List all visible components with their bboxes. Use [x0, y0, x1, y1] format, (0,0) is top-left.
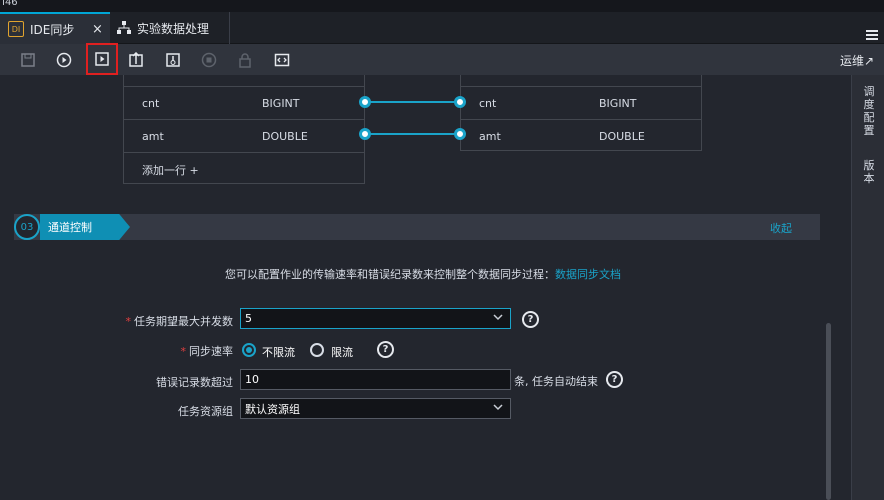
- di-badge-icon: DI: [8, 21, 24, 37]
- source-connector[interactable]: [359, 96, 371, 108]
- source-field-table: cnt BIGINT amt DOUBLE 添加一行 +: [123, 75, 365, 184]
- test-icon[interactable]: [163, 50, 183, 70]
- description-text: 您可以配置作业的传输速率和错误纪录数来控制整个数据同步过程：: [225, 268, 555, 281]
- ops-link[interactable]: 运维↗: [840, 52, 874, 69]
- required-mark: *: [125, 315, 132, 328]
- table-row: amt DOUBLE: [461, 120, 701, 153]
- field-name: cnt: [142, 96, 160, 110]
- submit-icon[interactable]: [126, 50, 146, 70]
- label-text: 任务资源组: [178, 405, 233, 418]
- run-with-params-icon[interactable]: [86, 43, 118, 75]
- error-limit-suffix: 条, 任务自动结束: [514, 375, 598, 388]
- mapping-line: [366, 101, 460, 103]
- right-panel: 调度配置 版本: [851, 75, 884, 500]
- version-tab[interactable]: 版本: [862, 159, 876, 185]
- label-text: 同步速率: [189, 345, 233, 358]
- schedule-config-tab[interactable]: 调度配置: [862, 85, 876, 137]
- chevron-down-icon: [493, 404, 503, 411]
- tab-bar: DI IDE同步 × 实验数据处理: [0, 12, 884, 44]
- channel-control-header: 通道控制 03 收起: [14, 214, 820, 240]
- field-type: DOUBLE: [599, 130, 645, 143]
- rate-label: * 同步速率: [0, 343, 234, 359]
- vertical-scrollbar[interactable]: [826, 323, 831, 500]
- help-icon[interactable]: ?: [377, 341, 394, 358]
- field-type: BIGINT: [262, 96, 300, 110]
- error-limit-input[interactable]: 10: [240, 369, 511, 390]
- select-value: 5: [245, 312, 252, 325]
- run-icon[interactable]: [54, 50, 74, 70]
- add-row-label: 添加一行 +: [142, 163, 199, 177]
- tab-ide-sync[interactable]: DI IDE同步 ×: [0, 12, 110, 44]
- save-icon[interactable]: [18, 50, 38, 70]
- chevron-down-icon: [493, 314, 503, 321]
- add-row-button[interactable]: 添加一行 +: [124, 153, 364, 186]
- target-connector[interactable]: [454, 96, 466, 108]
- section-description: 您可以配置作业的传输速率和错误纪录数来控制整个数据同步过程：数据同步文档: [225, 266, 621, 282]
- target-connector[interactable]: [454, 128, 466, 140]
- resource-group-label: 任务资源组: [0, 403, 233, 419]
- close-tab-button[interactable]: ×: [92, 22, 103, 37]
- limited-label: 限流: [331, 346, 353, 359]
- field-type: BIGINT: [599, 96, 637, 110]
- source-connector[interactable]: [359, 128, 371, 140]
- table-row: cnt BIGINT: [124, 87, 364, 120]
- section-number: 03: [14, 214, 40, 240]
- unlimited-radio[interactable]: [242, 343, 256, 357]
- main-content: cnt BIGINT amt DOUBLE 添加一行 + cnt BIGINT amt…: [0, 75, 851, 500]
- code-view-icon[interactable]: [272, 50, 292, 70]
- help-icon[interactable]: ?: [522, 311, 539, 328]
- sync-docs-link[interactable]: 数据同步文档: [555, 268, 621, 281]
- concurrency-label: * 任务期望最大并发数: [0, 313, 234, 329]
- resource-group-select[interactable]: 默认资源组: [240, 398, 511, 419]
- window-title-bar: I46: [0, 0, 884, 12]
- table-row: [124, 75, 364, 87]
- tab-label: IDE同步: [30, 22, 75, 37]
- required-mark: *: [180, 345, 187, 358]
- lock-icon: [235, 50, 255, 70]
- unlimited-label: 不限流: [262, 346, 295, 359]
- stop-icon: [199, 50, 219, 70]
- label-text: 错误记录数超过: [156, 376, 233, 389]
- table-row: [461, 75, 701, 87]
- window-title: I46: [2, 0, 18, 8]
- field-name: amt: [142, 129, 164, 143]
- table-row: amt DOUBLE: [124, 120, 364, 153]
- field-name: amt: [479, 130, 501, 143]
- concurrency-select[interactable]: 5: [240, 308, 511, 329]
- collapse-button[interactable]: 收起: [770, 220, 792, 236]
- mapping-line: [366, 133, 460, 135]
- toolbar: 运维↗: [0, 43, 884, 75]
- section-title: 通道控制: [40, 214, 130, 240]
- field-type: DOUBLE: [262, 129, 308, 143]
- help-icon[interactable]: ?: [606, 371, 623, 388]
- tab-label: 实验数据处理: [137, 21, 210, 36]
- input-value: 10: [245, 373, 259, 386]
- select-value: 默认资源组: [245, 402, 300, 416]
- label-text: 任务期望最大并发数: [134, 315, 233, 328]
- table-row: cnt BIGINT: [461, 87, 701, 120]
- workflow-icon: [117, 21, 131, 34]
- target-field-table: cnt BIGINT amt DOUBLE: [460, 75, 702, 151]
- menu-icon[interactable]: [866, 30, 878, 40]
- field-name: cnt: [479, 96, 497, 110]
- limited-radio[interactable]: [310, 343, 324, 357]
- error-limit-label: 错误记录数超过: [0, 374, 233, 390]
- tab-experiment-data[interactable]: 实验数据处理: [112, 12, 230, 44]
